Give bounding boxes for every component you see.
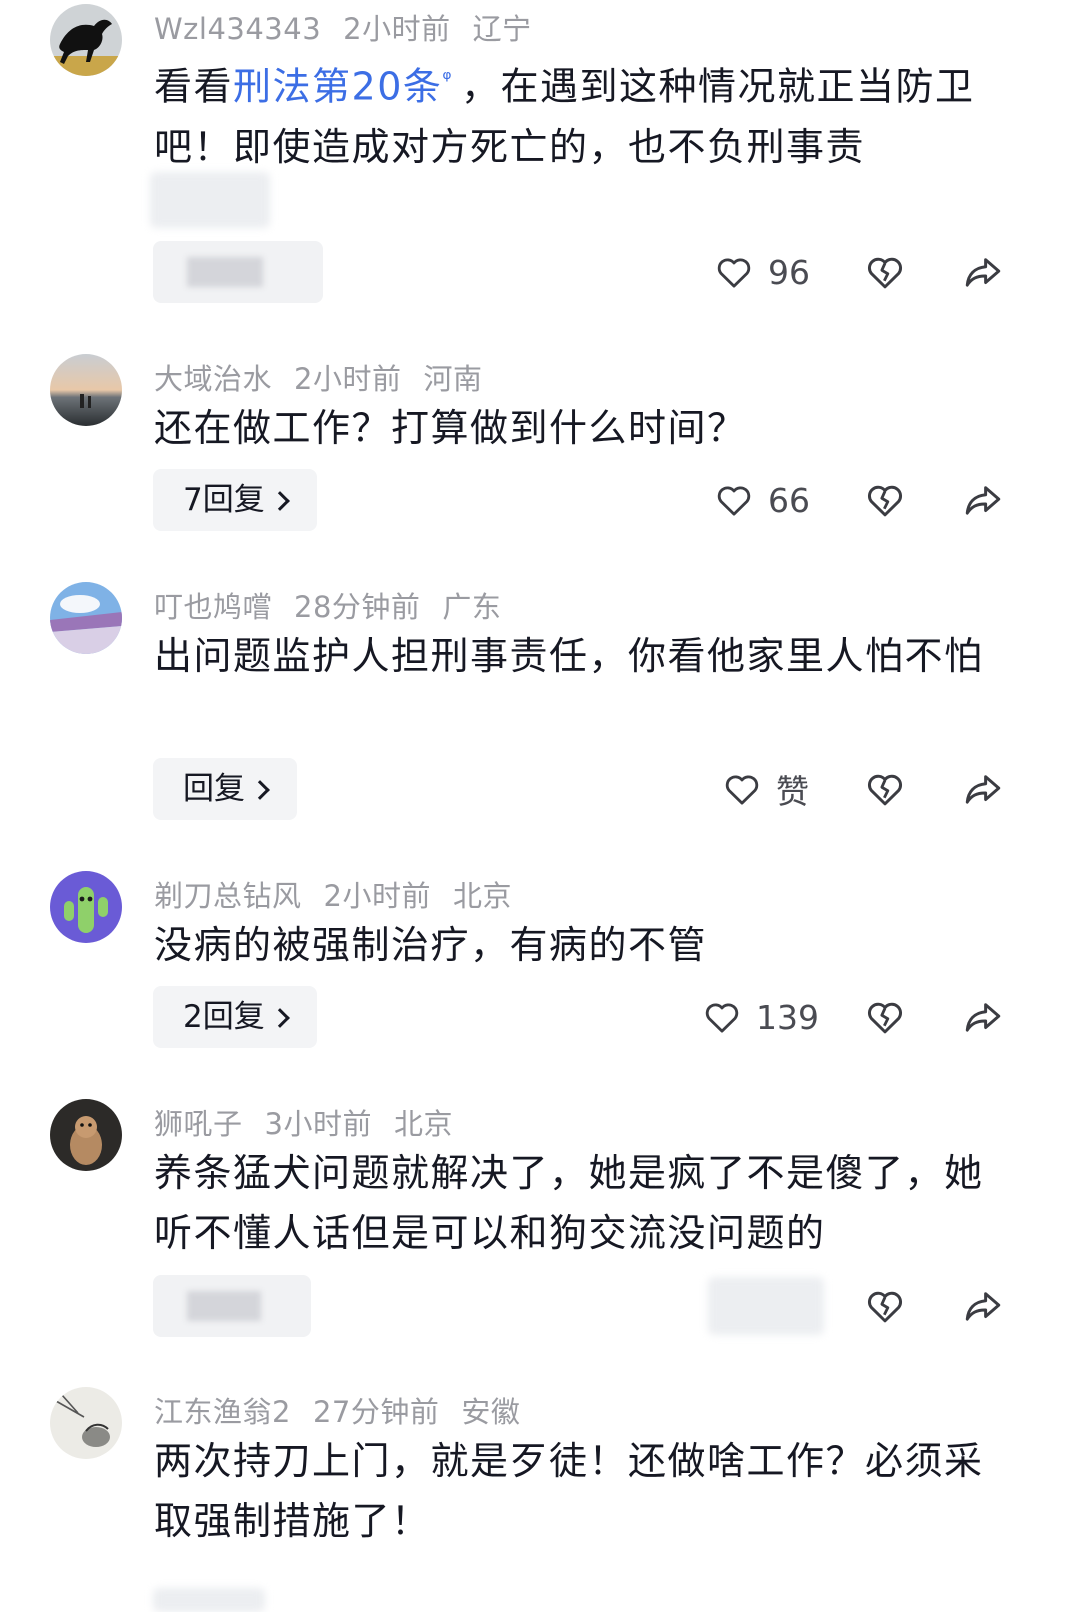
reply-button[interactable] — [153, 1588, 265, 1612]
like-button[interactable]: 96 — [714, 241, 810, 303]
like-count: 赞 — [776, 772, 809, 811]
region: 北京 — [452, 879, 512, 913]
timestamp: 3小时前 — [264, 1107, 372, 1141]
username[interactable]: Wzl434343 — [154, 12, 321, 46]
timestamp: 2小时前 — [323, 879, 431, 913]
comment-text: 没病的被强制治疗，有病的不管 — [154, 923, 708, 967]
reply-button[interactable] — [153, 241, 323, 303]
share-arrow-icon[interactable] — [962, 996, 1004, 1038]
like-button[interactable]: 139 — [702, 986, 819, 1048]
region: 河南 — [423, 362, 483, 396]
reply-label: 2回复 — [183, 999, 265, 1035]
share-arrow-icon[interactable] — [962, 251, 1004, 293]
region: 广东 — [442, 590, 502, 624]
comment-text: 两次持刀上门，就是歹徒！还做啥工作？必须采取强制措施了！ — [154, 1439, 984, 1543]
comment-meta: 剃刀总钻风 2小时前 北京 — [154, 873, 512, 915]
heart-outline-icon — [705, 1003, 739, 1033]
chevron-right-icon — [269, 491, 290, 511]
comment-text: 出问题监护人担刑事责任，你看他家里人怕不怕 — [154, 634, 984, 678]
like-count: 139 — [756, 997, 819, 1037]
username[interactable]: 大域治水 — [154, 362, 272, 396]
timestamp: 2小时前 — [343, 12, 451, 46]
comment-meta: 大域治水 2小时前 河南 — [154, 356, 482, 398]
reply-button[interactable]: 回复 — [153, 758, 297, 820]
search-link[interactable]: 刑法第20条 — [233, 65, 442, 109]
broken-heart-icon[interactable] — [864, 768, 906, 810]
username[interactable]: 狮吼子 — [154, 1107, 243, 1141]
avatar[interactable] — [50, 871, 122, 943]
username[interactable]: 江东渔翁2 — [154, 1395, 291, 1429]
heart-outline-icon — [717, 486, 751, 516]
search-icon[interactable]: ᵠ — [442, 67, 453, 92]
comment-text: 养条猛犬问题就解决了，她是疯了不是傻了，她听不懂人话但是可以和狗交流没问题的 — [154, 1151, 984, 1255]
share-arrow-icon[interactable] — [962, 479, 1004, 521]
reply-button[interactable]: 2回复 — [153, 986, 317, 1048]
region: 安徽 — [461, 1395, 521, 1429]
like-button[interactable]: 66 — [714, 469, 810, 531]
like-button[interactable]: 赞 — [722, 758, 809, 820]
like-button[interactable] — [708, 1277, 824, 1335]
broken-heart-icon[interactable] — [864, 1285, 906, 1327]
share-arrow-icon[interactable] — [962, 1285, 1004, 1327]
username[interactable]: 剃刀总钻风 — [154, 879, 302, 913]
avatar[interactable] — [50, 354, 122, 426]
avatar[interactable] — [50, 4, 122, 76]
chevron-right-icon — [269, 1008, 290, 1028]
comment-meta: 叮也鸠嚐 28分钟前 广东 — [154, 584, 501, 626]
broken-heart-icon[interactable] — [864, 479, 906, 521]
timestamp: 27分钟前 — [312, 1395, 440, 1429]
avatar[interactable] — [50, 1099, 122, 1171]
comment-meta: Wzl434343 2小时前 辽宁 — [154, 6, 532, 48]
chevron-right-icon — [250, 780, 270, 800]
blurred-content — [150, 172, 270, 228]
reply-button[interactable]: 7回复 — [153, 469, 317, 531]
broken-heart-icon[interactable] — [864, 996, 906, 1038]
timestamp: 2小时前 — [294, 362, 402, 396]
username[interactable]: 叮也鸠嚐 — [154, 590, 272, 624]
like-count: 96 — [768, 252, 810, 292]
avatar[interactable] — [50, 582, 122, 654]
reply-button[interactable] — [153, 1275, 311, 1337]
comment-text: 还在做工作？打算做到什么时间？ — [154, 406, 747, 450]
comment-meta: 江东渔翁2 27分钟前 安徽 — [154, 1389, 520, 1431]
heart-outline-icon — [725, 775, 759, 805]
reply-label: 7回复 — [183, 482, 265, 518]
avatar[interactable] — [50, 1387, 122, 1459]
comment-meta: 狮吼子 3小时前 北京 — [154, 1101, 453, 1143]
reply-label: 回复 — [183, 771, 245, 807]
region: 北京 — [393, 1107, 453, 1141]
like-count: 66 — [768, 480, 810, 520]
heart-outline-icon — [717, 258, 751, 288]
share-arrow-icon[interactable] — [962, 768, 1004, 810]
broken-heart-icon[interactable] — [864, 251, 906, 293]
comment-text: 看看刑法第20条ᵠ ，在遇到这种情况就正当防卫吧！即使造成对方死亡的，也不负刑事责 — [154, 64, 975, 169]
timestamp: 28分钟前 — [294, 590, 421, 624]
region: 辽宁 — [472, 12, 532, 46]
